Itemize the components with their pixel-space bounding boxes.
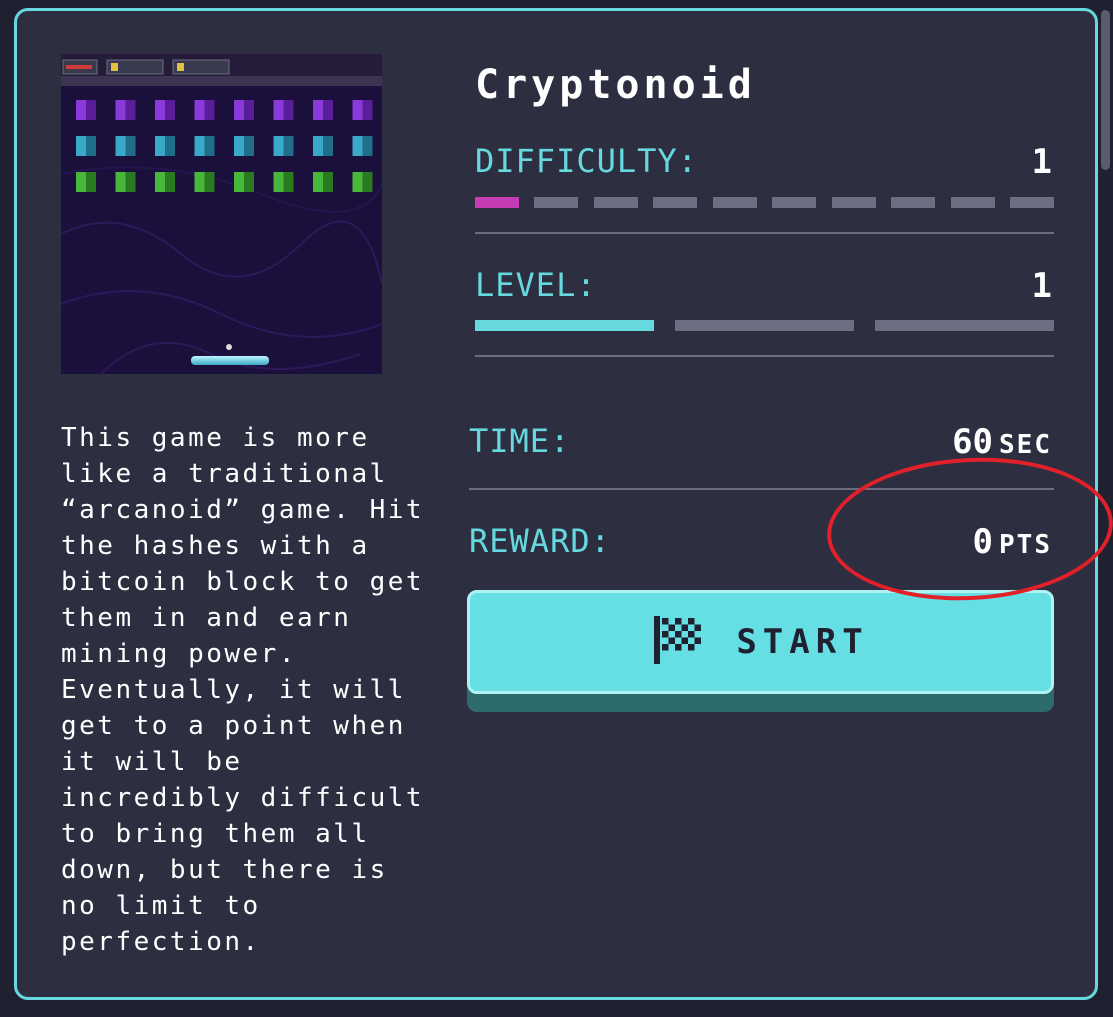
brick-shade [323, 100, 333, 120]
scrollbar[interactable] [1101, 10, 1110, 170]
brick-shade [362, 136, 373, 156]
flag-check [662, 631, 669, 638]
game-preview-image [61, 54, 382, 374]
brick-shade [362, 172, 373, 192]
brick-shade [204, 172, 215, 192]
time-number: 60 [952, 422, 994, 462]
reward-unit: PTS [999, 530, 1052, 560]
meter-segment [772, 197, 817, 208]
brick-shade [86, 136, 96, 156]
divider [475, 232, 1054, 234]
brick-shade [125, 172, 136, 192]
reward-label: REWARD: [469, 522, 611, 560]
checkered-flag-icon [652, 614, 702, 670]
meter-segment [475, 320, 654, 331]
meter-segment [875, 320, 1054, 331]
flag-check [681, 624, 689, 631]
meter-segment [534, 197, 579, 208]
brick-shade [362, 100, 373, 120]
flag-check [675, 644, 682, 651]
brick-shade [244, 100, 254, 120]
flag-check [688, 644, 695, 651]
flag-check [668, 624, 676, 631]
flag-check [662, 644, 669, 651]
time-label: TIME: [469, 422, 571, 460]
brick-shade [283, 136, 294, 156]
brick-shade [244, 136, 254, 156]
difficulty-label: DIFFICULTY: [475, 142, 698, 180]
start-button[interactable]: START [467, 590, 1054, 694]
brick-shade [204, 100, 215, 120]
game-title: Cryptonoid [475, 62, 756, 108]
brick-shade [125, 136, 136, 156]
brick-shade [86, 100, 96, 120]
brick-shade [125, 100, 136, 120]
divider [475, 355, 1054, 357]
flag-check [675, 618, 682, 625]
flag-check [688, 618, 695, 625]
flag-check [662, 618, 669, 625]
brick-shade [323, 136, 333, 156]
difficulty-value: 1 [1031, 142, 1052, 182]
brick-shade [323, 172, 333, 192]
game-description: This game is more like a traditional “ar… [61, 423, 425, 957]
brick-shade [86, 172, 96, 192]
brick-shade [283, 172, 294, 192]
brick-shade [165, 136, 175, 156]
brick-shade [204, 136, 215, 156]
flag-check [688, 631, 695, 638]
meter-segment [475, 197, 519, 208]
reward-value: 0 PTS [973, 522, 1052, 562]
flag-check [675, 631, 682, 638]
level-value: 1 [1031, 266, 1052, 306]
meter-segment [593, 197, 638, 208]
time-unit: SEC [999, 430, 1052, 460]
level-meter [475, 320, 1054, 331]
brick-shade [244, 172, 254, 192]
level-label: LEVEL: [475, 266, 597, 304]
start-label: START [736, 622, 869, 662]
meter-segment [653, 197, 698, 208]
meter-segment [675, 320, 854, 331]
flag-check [694, 637, 702, 644]
brick-shade [165, 172, 175, 192]
reward-number: 0 [972, 522, 994, 562]
flag-check [694, 624, 702, 631]
flag-check [668, 637, 676, 644]
meter-segment [712, 197, 757, 208]
divider [469, 488, 1054, 490]
brick-shade [283, 100, 294, 120]
difficulty-meter [475, 197, 1054, 208]
meter-segment [1009, 197, 1054, 208]
meter-segment [950, 197, 995, 208]
meter-segment [891, 197, 936, 208]
flag-check [681, 637, 689, 644]
time-value: 60 SEC [952, 422, 1052, 462]
brick-shade [165, 100, 175, 120]
meter-segment [831, 197, 876, 208]
